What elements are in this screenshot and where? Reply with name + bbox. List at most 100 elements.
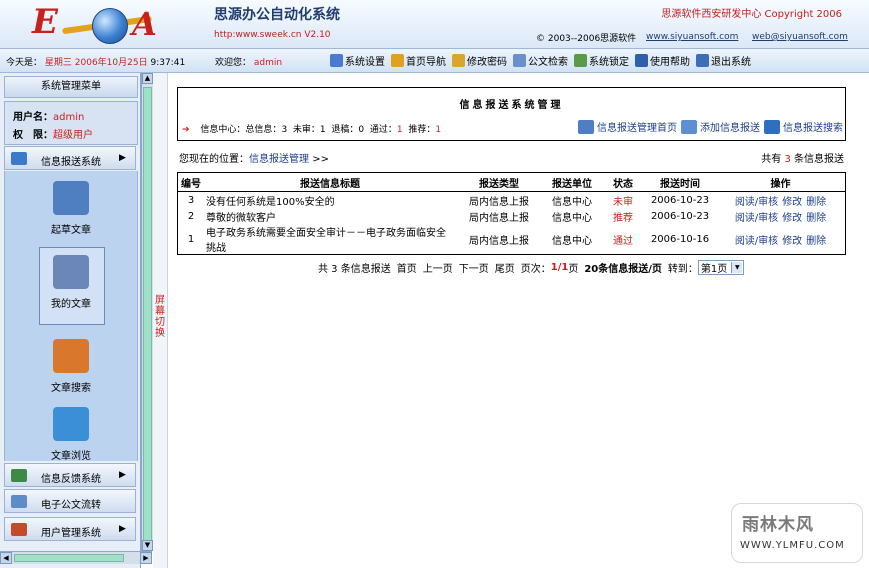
delete-link[interactable]: 删除 <box>806 236 826 247</box>
review-link[interactable]: 阅读/审核 <box>735 236 778 247</box>
main-content: 信息报送系统管理 ➔ 信息中心：总信息：3 未审：1 退稿：0 通过：1 推荐：… <box>168 73 869 568</box>
search-icon <box>513 53 526 67</box>
app-title: 思源办公自动化系统 <box>214 7 340 23</box>
breadcrumb-link[interactable]: 信息报送管理 <box>249 154 309 165</box>
system-summary-box: 信息报送系统管理 ➔ 信息中心：总信息：3 未审：1 退稿：0 通过：1 推荐：… <box>177 87 846 141</box>
pager-next[interactable]: 下一页 <box>459 260 489 275</box>
screen-switch[interactable]: 屏幕切换 <box>153 73 168 568</box>
toolbar-lock-button[interactable]: 系统锁定 <box>574 52 629 68</box>
table-header-row: 编号 报送信息标题 报送类型 报送单位 状态 报送时间 操作 <box>177 172 846 192</box>
pager-goto-label: 转到： <box>667 264 698 275</box>
row-unit: 信息中心 <box>552 235 592 247</box>
edit-link[interactable]: 修改 <box>782 197 802 208</box>
stat-unreviewed-label: 未审： <box>292 125 320 135</box>
pager-last[interactable]: 尾页 <box>495 260 515 275</box>
toolbar-exit-button[interactable]: 退出系统 <box>696 52 751 68</box>
scroll-down-icon[interactable]: ▼ <box>142 540 153 551</box>
delete-link[interactable]: 删除 <box>806 213 826 224</box>
toolbar-help-button[interactable]: 使用帮助 <box>635 52 690 68</box>
document-flow-icon <box>11 495 27 508</box>
menu-info-report[interactable]: 信息报送系统 ▶ <box>4 146 136 170</box>
logo-letter-a: A <box>132 5 157 43</box>
page-select-value: 第1页 <box>700 264 728 275</box>
sidebar-item-search[interactable]: 文章搜索 <box>5 339 137 394</box>
module-link-2[interactable]: 信息报送搜索 <box>764 119 843 134</box>
stat-rejected: 0 <box>358 125 365 135</box>
review-link[interactable]: 阅读/审核 <box>735 197 778 208</box>
sidebar-item-browse[interactable]: 文章浏览 <box>5 407 137 462</box>
key-icon <box>452 53 465 67</box>
table-row: 2 尊敬的微软客户 局内信息上报 信息中心 推荐 2006-10-23 阅读/审核 修改 删除 <box>178 208 846 224</box>
page-title: 信息报送系统管理 <box>459 100 564 111</box>
search-icon <box>764 119 780 134</box>
row-title: 电子政务系统需要全面安全审计－－电子政务面临安全挑战 <box>206 228 446 254</box>
module-link-label: 添加信息报送 <box>700 123 760 134</box>
row-actions: 阅读/审核 修改 删除 <box>716 224 846 255</box>
current-user: admin <box>253 58 283 68</box>
sidebar-item-my-articles[interactable]: 我的文章 <box>5 247 137 325</box>
chevron-down-icon[interactable]: ▼ <box>731 262 743 273</box>
home-icon <box>578 119 594 134</box>
page-select[interactable]: 第1页 ▼ <box>697 260 745 275</box>
toolbar-search-button[interactable]: 公文检索 <box>513 52 568 68</box>
info-report-icon <box>11 152 27 165</box>
stat-passed-label: 通过： <box>369 125 397 135</box>
table-row: 3 没有任何系统是100%安全的 局内信息上报 信息中心 未审 2006-10-23 阅读/… <box>178 192 846 209</box>
menu-label: 信息报送系统 <box>41 157 101 168</box>
row-actions: 阅读/审核 修改 删除 <box>716 208 846 224</box>
delete-link[interactable]: 删除 <box>806 197 826 208</box>
draft-icon <box>53 181 89 215</box>
edit-link[interactable]: 修改 <box>782 236 802 247</box>
review-link[interactable]: 阅读/审核 <box>735 213 778 224</box>
module-link-1[interactable]: 添加信息报送 <box>681 119 760 134</box>
row-unit: 信息中心 <box>552 196 592 208</box>
sidebar-item-draft[interactable]: 起草文章 <box>5 181 137 236</box>
pager-first[interactable]: 首页 <box>397 260 417 275</box>
time: 9:37:41 <box>150 58 186 68</box>
stat-rejected-label: 退稿： <box>331 125 359 135</box>
column-header: 报送类型 <box>456 172 542 192</box>
sidebar-vertical-scrollbar[interactable]: ▲ ▼ <box>141 73 153 551</box>
scroll-left-icon[interactable]: ◀ <box>0 552 12 564</box>
toolbar-button-label: 退出系统 <box>711 56 751 68</box>
stat-recommended: 1 <box>435 125 442 135</box>
module-links: 信息报送管理首页 添加信息报送 信息报送搜索 <box>578 119 843 134</box>
row-id: 2 <box>187 210 195 222</box>
stat-total: 3 <box>281 125 288 135</box>
username-value: admin <box>53 112 85 123</box>
menu-feedback[interactable]: 信息反馈系统 ▶ <box>4 463 136 487</box>
toolbar-key-button[interactable]: 修改密码 <box>452 52 507 68</box>
pager-page-value: 1/1 <box>550 262 569 273</box>
screen-switch-label[interactable]: 屏幕切换 <box>155 295 165 339</box>
column-header: 报送信息标题 <box>204 172 456 192</box>
toolbar-settings-button[interactable]: 系统设置 <box>330 52 385 68</box>
scroll-up-icon[interactable]: ▲ <box>142 73 153 84</box>
toolbar-home-button[interactable]: 首页导航 <box>391 52 446 68</box>
menu-document-flow[interactable]: 电子公文流转 <box>4 489 136 513</box>
hscroll-thumb[interactable] <box>14 554 124 562</box>
pager-per-page: 20条信息报送/页 <box>584 264 662 275</box>
arrow-icon: ➔ <box>182 125 190 135</box>
site-link[interactable]: www.siyuansoft.com <box>646 32 738 42</box>
pager-prev[interactable]: 上一页 <box>423 260 453 275</box>
edit-link[interactable]: 修改 <box>782 213 802 224</box>
breadcrumb-arrow: >> <box>312 154 329 165</box>
menu-user-management[interactable]: 用户管理系统 ▶ <box>4 517 136 541</box>
watermark-url: WWW.YLMFU.COM <box>740 540 845 551</box>
scroll-right-icon[interactable]: ▶ <box>140 552 152 564</box>
email-link[interactable]: web@siyuansoft.com <box>752 32 848 42</box>
menu-label: 电子公文流转 <box>41 500 101 511</box>
scroll-thumb[interactable] <box>143 87 152 547</box>
column-header: 报送单位 <box>542 172 602 192</box>
welcome-display: 欢迎您： admin <box>215 55 282 68</box>
row-title: 没有任何系统是100%安全的 <box>206 196 335 208</box>
row-status: 未审 <box>613 196 633 208</box>
date-display: 今天是： 星期三 2006年10月25日 9:37:41 <box>6 55 185 68</box>
row-date: 2006-10-23 <box>650 194 710 206</box>
module-link-0[interactable]: 信息报送管理首页 <box>578 119 677 134</box>
expand-arrow-icon: ▶ <box>119 153 126 163</box>
module-link-label: 信息报送搜索 <box>783 123 843 134</box>
total-count: 共有 3 条信息报送 <box>761 150 844 165</box>
sidebar-horizontal-scrollbar[interactable]: ◀ ▶ <box>0 551 152 564</box>
module-link-label: 信息报送管理首页 <box>597 123 677 134</box>
